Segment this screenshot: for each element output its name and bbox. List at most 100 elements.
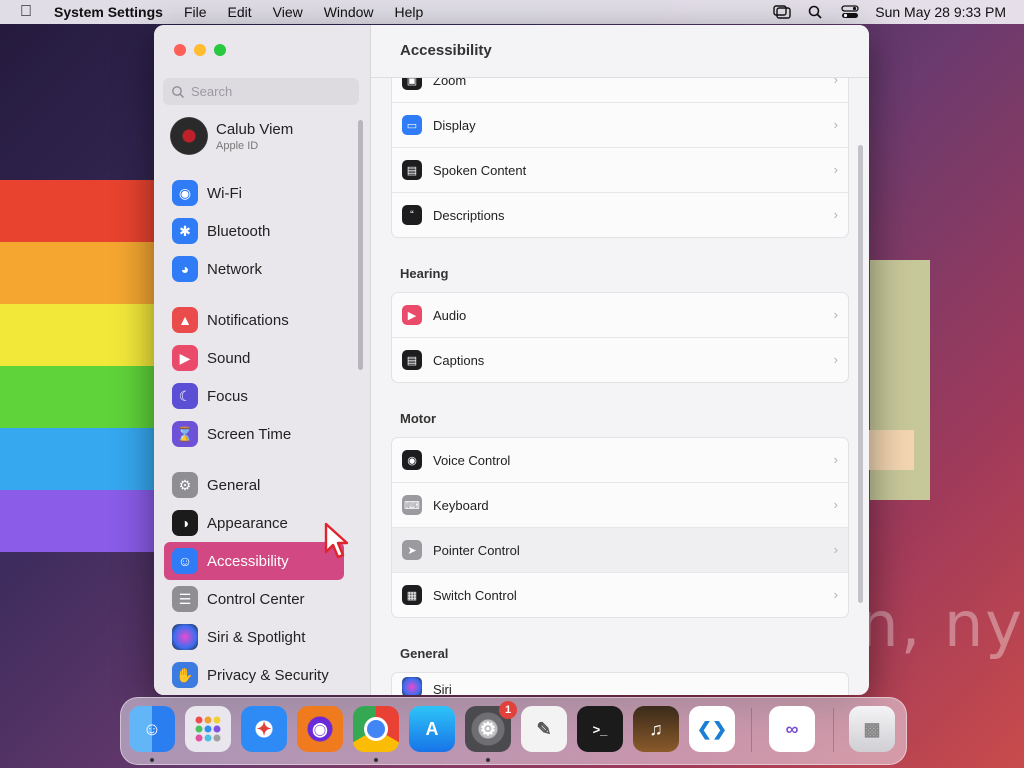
sidebar-item-focus[interactable]: ☾ Focus (164, 377, 344, 415)
close-window-button[interactable] (174, 44, 186, 56)
wallpaper-pixel-art-detail (869, 430, 914, 470)
chevron-right-icon: › (833, 497, 838, 512)
stage-manager-icon[interactable] (773, 5, 791, 19)
row-voice-control[interactable]: ◉ Voice Control › (392, 438, 848, 483)
dock: ☺ ✦ ◉ A ⚙ 1 ✎ >_ ♫ ❮❯ ∞ ▩ (120, 697, 907, 765)
spotlight-search-icon[interactable] (807, 5, 825, 19)
dock-visual-studio[interactable]: ∞ (769, 706, 815, 752)
compass-icon: ✦ (256, 718, 272, 739)
avatar (170, 117, 208, 155)
sidebar-item-label: Focus (207, 387, 248, 405)
account-subtitle: Apple ID (216, 139, 259, 152)
dock-system-settings[interactable]: ⚙ 1 (465, 701, 517, 752)
control-center-icon[interactable] (841, 5, 859, 19)
sidebar-item-privacy-security[interactable]: ✋ Privacy & Security (164, 656, 344, 694)
sidebar-item-label: Control Center (207, 590, 305, 608)
search-field[interactable]: Search (163, 78, 359, 105)
menu-file[interactable]: File (184, 4, 207, 20)
menu-help[interactable]: Help (395, 4, 424, 20)
page-title: Accessibility (400, 42, 492, 59)
row-switch-control[interactable]: ▦ Switch Control › (392, 573, 848, 617)
sidebar-item-bluetooth[interactable]: ✱ Bluetooth (164, 212, 344, 250)
row-label: Captions (433, 352, 485, 368)
mouse-cursor-icon (324, 522, 349, 559)
running-indicator (150, 758, 154, 762)
row-audio[interactable]: ▶ Audio › (392, 293, 848, 338)
trash-icon: ▩ (863, 718, 881, 739)
chevron-right-icon: › (833, 452, 838, 467)
hand-icon: ✋ (172, 662, 198, 688)
chevron-right-icon: › (833, 352, 838, 367)
speech-bubble-icon: ▤ (402, 160, 422, 180)
sidebar-item-label: Siri & Spotlight (207, 628, 306, 646)
dock-chrome[interactable] (353, 706, 399, 752)
guitar-icon: ♫ (649, 718, 663, 739)
menu-app-name[interactable]: System Settings (54, 4, 163, 20)
dock-trash[interactable]: ▩ (849, 706, 895, 752)
finder-icon: ☺ (142, 718, 162, 739)
dock-app-store[interactable]: A (409, 706, 455, 752)
search-placeholder: Search (191, 84, 233, 99)
section-motor: Motor (400, 411, 437, 426)
row-spoken-content[interactable]: ▤ Spoken Content › (392, 148, 848, 193)
sidebar-item-siri-spotlight[interactable]: Siri & Spotlight (164, 618, 344, 656)
dock-textedit[interactable]: ✎ (521, 706, 567, 752)
menu-edit[interactable]: Edit (228, 4, 252, 20)
sidebar-scrollbar[interactable] (358, 120, 363, 370)
sidebar-item-label: Accessibility (207, 552, 289, 570)
chrome-icon (364, 717, 388, 741)
row-label: Pointer Control (433, 542, 520, 558)
display-icon: ▭ (402, 115, 422, 135)
row-captions[interactable]: ▤ Captions › (392, 338, 848, 382)
row-label: Siri (433, 682, 452, 695)
row-label: Keyboard (433, 497, 489, 513)
menu-view[interactable]: View (273, 4, 303, 20)
minimize-window-button[interactable] (194, 44, 206, 56)
sidebar-item-label: Privacy & Security (207, 666, 329, 684)
dock-terminal[interactable]: >_ (577, 706, 623, 752)
dock-safari[interactable]: ✦ (241, 706, 287, 752)
sidebar-item-network[interactable]: ◕ Network (164, 250, 344, 288)
row-siri[interactable]: Siri (392, 673, 848, 695)
apple-id-account[interactable]: Calub Viem Apple ID (170, 117, 293, 155)
row-label: Descriptions (433, 207, 505, 223)
sidebar-item-screen-time[interactable]: ⌛ Screen Time (164, 415, 344, 453)
sidebar-item-appearance[interactable]: ◑ Appearance (164, 504, 344, 542)
vscode-icon: ❮❯ (696, 718, 728, 739)
row-keyboard[interactable]: ⌨ Keyboard › (392, 483, 848, 528)
motor-group: ◉ Voice Control › ⌨ Keyboard › ➤ Pointer… (391, 437, 849, 618)
row-pointer-control[interactable]: ➤ Pointer Control › (392, 528, 848, 573)
zoom-window-button[interactable] (214, 44, 226, 56)
menu-bar:  System Settings File Edit View Window … (0, 0, 1024, 24)
sidebar-item-control-center[interactable]: ☰ Control Center (164, 580, 344, 618)
terminal-icon: >_ (592, 721, 608, 737)
sidebar-item-wifi[interactable]: ◉ Wi-Fi (164, 174, 344, 212)
quote-bubble-icon: “ (402, 205, 422, 225)
search-icon (172, 85, 185, 98)
sidebar-item-notifications[interactable]: ▲ Notifications (164, 301, 344, 339)
chevron-right-icon: › (833, 117, 838, 132)
row-display[interactable]: ▭ Display › (392, 103, 848, 148)
section-hearing: Hearing (400, 266, 449, 281)
dock-garageband[interactable]: ♫ (633, 706, 679, 752)
pencil-icon: ✎ (536, 718, 552, 739)
dock-firefox[interactable]: ◉ (297, 706, 343, 752)
menu-bar-clock[interactable]: Sun May 28 9:33 PM (875, 4, 1006, 20)
sidebar-item-label: Sound (207, 349, 251, 367)
menu-window[interactable]: Window (324, 4, 374, 20)
row-descriptions[interactable]: “ Descriptions › (392, 193, 848, 237)
sidebar-item-general[interactable]: ⚙ General (164, 466, 344, 504)
chevron-right-icon: › (833, 207, 838, 222)
sidebar-item-accessibility[interactable]: ☺ Accessibility (164, 542, 344, 580)
hourglass-icon: ⌛ (172, 421, 198, 447)
dock-launchpad[interactable] (185, 706, 231, 752)
dock-finder[interactable]: ☺ (129, 706, 175, 752)
dock-vscode[interactable]: ❮❯ (689, 706, 735, 752)
sidebar-item-sound[interactable]: ▶ Sound (164, 339, 344, 377)
voice-control-icon: ◉ (402, 450, 422, 470)
notification-badge: 1 (499, 701, 517, 719)
apple-menu-icon[interactable]:  (16, 3, 36, 21)
sidebar-item-label: Notifications (207, 311, 289, 329)
system-settings-window: Search Calub Viem Apple ID ◉ Wi-Fi ✱ Blu… (154, 25, 869, 695)
content-scrollbar[interactable] (858, 145, 863, 603)
